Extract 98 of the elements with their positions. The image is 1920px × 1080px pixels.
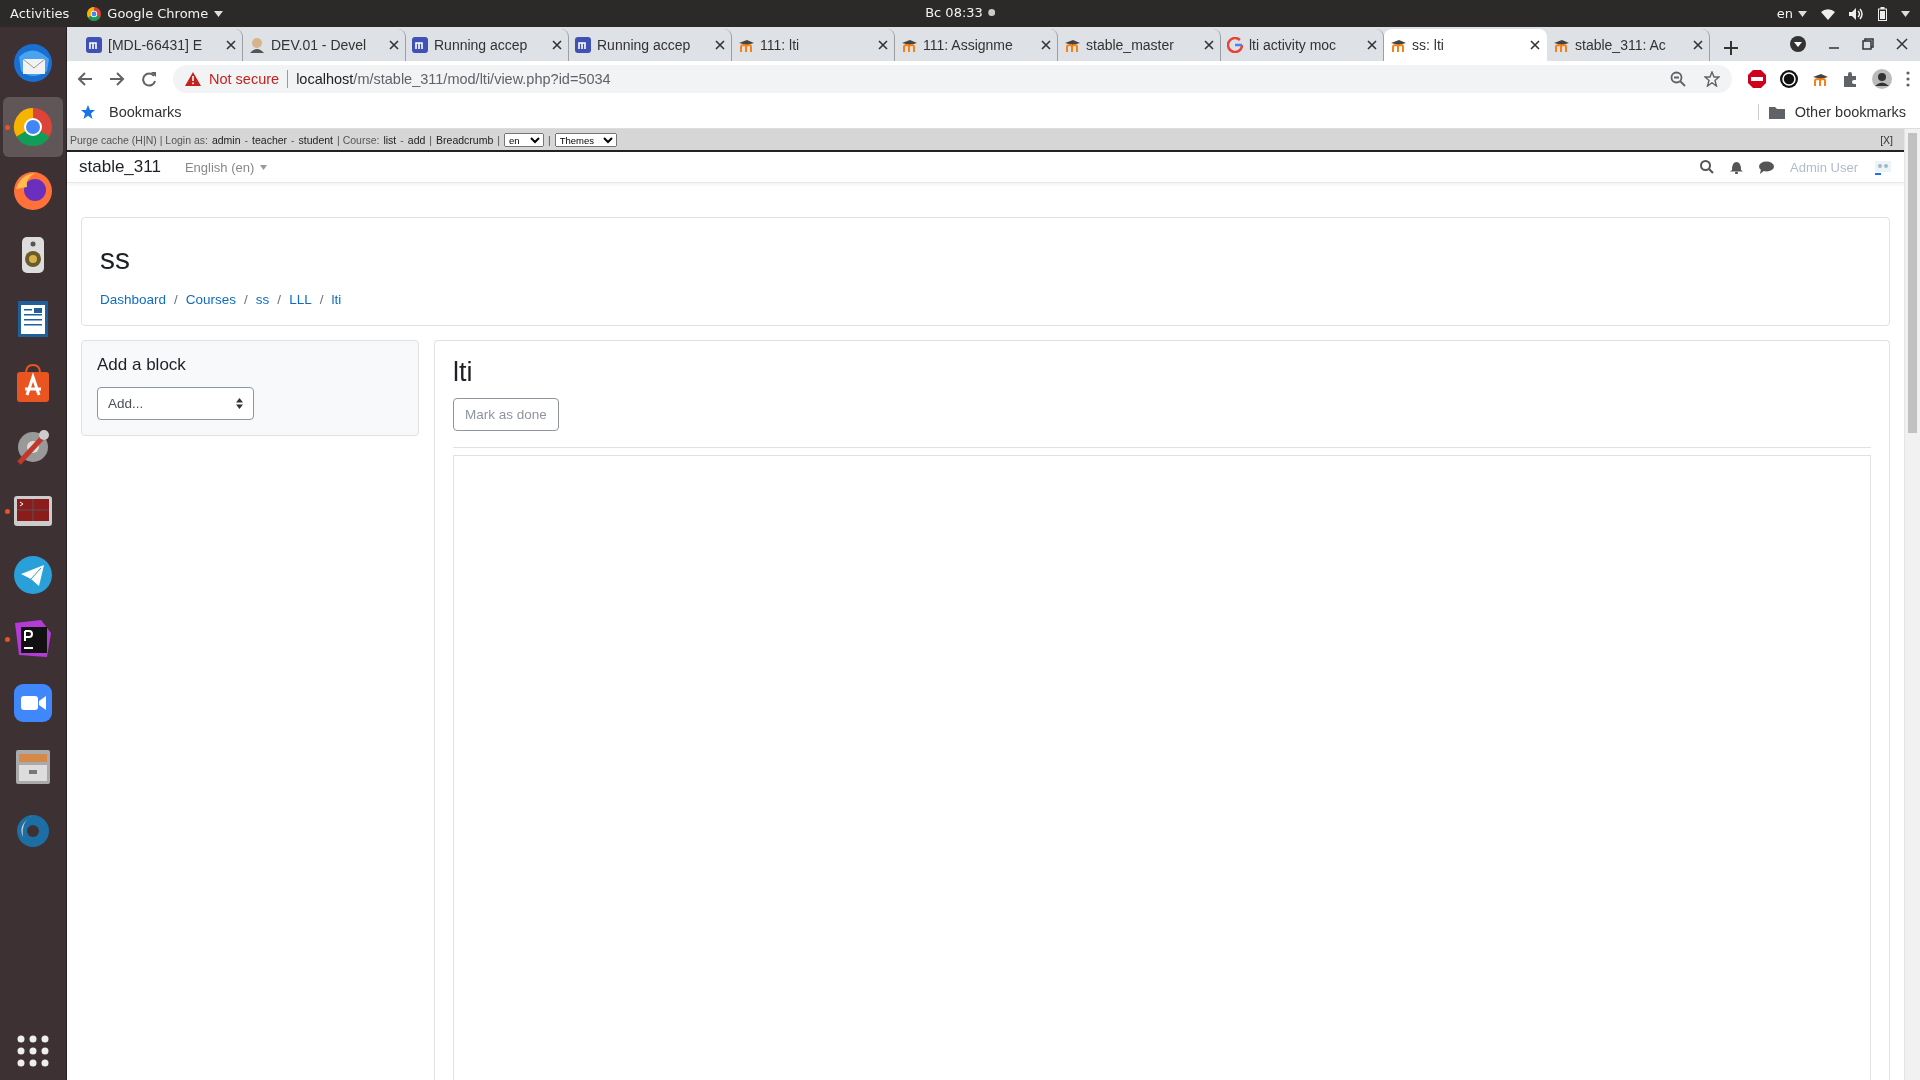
app-grid-icon[interactable] — [16, 1034, 50, 1068]
toolbar-text: | — [497, 133, 500, 146]
back-icon[interactable] — [77, 70, 93, 87]
folder-icon — [1768, 105, 1785, 119]
app-menu[interactable]: Google Chrome — [87, 6, 224, 21]
graduation-cap-icon — [738, 37, 754, 53]
language-menu[interactable]: English (en) — [184, 159, 268, 175]
security-chip[interactable]: Not secure — [185, 70, 280, 87]
block-title: Add a block — [97, 355, 187, 375]
toolbar-link[interactable]: add — [407, 133, 426, 146]
tab-search-icon[interactable] — [1790, 36, 1806, 52]
toolbar-text: | — [429, 133, 433, 146]
course-title: ss — [100, 242, 131, 276]
sort-arrows-icon — [236, 398, 243, 409]
url-text: localhost/m/stable_311/mod/lti/view.php?id=5034 — [296, 70, 611, 87]
caret-icon — [260, 164, 268, 170]
close-icon[interactable] — [1041, 40, 1051, 50]
path-separator: / — [277, 292, 282, 307]
other-bookmarks-button[interactable]: Other bookmarks — [1757, 104, 1906, 120]
toolbar-text: Purge cache (H|N) | Login as: — [70, 133, 208, 146]
path-separator: / — [174, 292, 178, 307]
zoom-icon[interactable] — [1670, 70, 1686, 87]
tracker-favicon-icon — [86, 37, 102, 53]
activity-title: lti — [453, 357, 474, 388]
toolbar-text: - — [244, 133, 249, 146]
site-name[interactable]: stable_311 — [79, 157, 161, 177]
close-icon[interactable] — [389, 40, 399, 50]
nav-path-link[interactable]: Courses — [185, 292, 237, 307]
close-icon[interactable] — [226, 40, 236, 50]
clock[interactable]: Вс 08:33 — [925, 5, 983, 20]
fox-browser-icon[interactable] — [11, 169, 55, 213]
bell-icon[interactable] — [1730, 160, 1744, 174]
star-icon[interactable] — [1704, 70, 1720, 87]
volume-icon[interactable] — [1849, 7, 1864, 20]
close-icon[interactable] — [552, 40, 562, 50]
path-separator: / — [319, 292, 324, 307]
puzzle-icon[interactable] — [1842, 70, 1858, 87]
scrollbar[interactable] — [1904, 129, 1920, 1080]
toolbar-select[interactable]: en — [504, 132, 544, 147]
add-block-select[interactable]: Add... — [97, 387, 254, 420]
nav-path-link[interactable]: LLL — [289, 292, 312, 307]
video-camera-icon[interactable] — [11, 681, 55, 725]
menu-icon[interactable] — [1906, 70, 1910, 87]
dot-icon — [987, 9, 995, 16]
bookmarks-button[interactable]: Bookmarks — [81, 104, 182, 120]
close-icon[interactable] — [1693, 40, 1703, 50]
toolbar-link[interactable]: admin — [211, 133, 241, 146]
paper-plane-icon[interactable] — [11, 553, 55, 597]
search-icon[interactable] — [1700, 160, 1715, 174]
chat-icon[interactable] — [1759, 160, 1775, 174]
star-icon — [81, 105, 95, 119]
nav-path-link[interactable]: ss — [255, 292, 270, 307]
address-bar[interactable]: Not secure localhost/m/stable_311/mod/lti/view.php?id=5034 — [173, 64, 1732, 93]
tracker-favicon-icon — [575, 37, 591, 53]
forward-icon[interactable] — [109, 70, 125, 87]
close-icon[interactable] — [1204, 40, 1214, 50]
avatar-icon[interactable] — [1872, 68, 1892, 89]
caret-icon — [214, 10, 224, 17]
toolbar-text: - — [400, 133, 404, 146]
graduation-cap-icon — [1390, 37, 1406, 53]
close-icon[interactable] — [715, 40, 725, 50]
toolbar-link[interactable]: student — [298, 133, 334, 146]
browser-tab[interactable]: ss: lti — [1384, 29, 1547, 61]
close-icon[interactable] — [878, 40, 888, 50]
toolbar-link[interactable]: teacher — [252, 133, 288, 146]
toolbar-link[interactable]: Breadcrumb — [436, 133, 494, 146]
google-favicon-icon — [1227, 37, 1243, 53]
warning-icon — [185, 71, 201, 86]
path-separator: / — [244, 292, 248, 307]
new-tab-icon[interactable] — [1724, 41, 1738, 55]
activities-button[interactable]: Activities — [10, 6, 70, 21]
browser-app-icon[interactable] — [11, 105, 55, 149]
toolbar-link[interactable]: list — [383, 133, 397, 146]
toolbar-text: | Course: — [337, 133, 380, 146]
nav-path-link[interactable]: lti — [331, 292, 342, 307]
mail-app-icon[interactable] — [11, 41, 55, 85]
graduation-cap-icon — [1064, 37, 1080, 53]
language-menu[interactable]: en — [1776, 6, 1807, 21]
caret-icon — [1798, 10, 1807, 17]
close-icon[interactable] — [1530, 40, 1540, 50]
toolbar-select[interactable]: Themes — [554, 132, 617, 147]
stop-sign-icon[interactable] — [1748, 69, 1766, 88]
toolbar-text: - — [291, 133, 295, 146]
graduation-cap-icon — [1553, 37, 1569, 53]
close-icon[interactable] — [1367, 40, 1377, 50]
toolbar-text: | — [548, 133, 551, 146]
tracker-favicon-icon — [412, 37, 428, 53]
chrome-icon — [87, 6, 102, 21]
person-favicon-icon — [249, 37, 265, 53]
caret-icon[interactable] — [1901, 10, 1910, 17]
close-icon[interactable] — [1896, 38, 1908, 50]
wifi-icon[interactable] — [1821, 7, 1835, 20]
battery-icon[interactable] — [1878, 6, 1887, 21]
reload-icon[interactable] — [141, 70, 157, 87]
close-link[interactable]: [X] — [1880, 133, 1893, 146]
graduation-cap-icon — [901, 37, 917, 53]
restore-icon[interactable] — [1862, 38, 1874, 50]
nav-path-link[interactable]: Dashboard — [100, 292, 167, 307]
